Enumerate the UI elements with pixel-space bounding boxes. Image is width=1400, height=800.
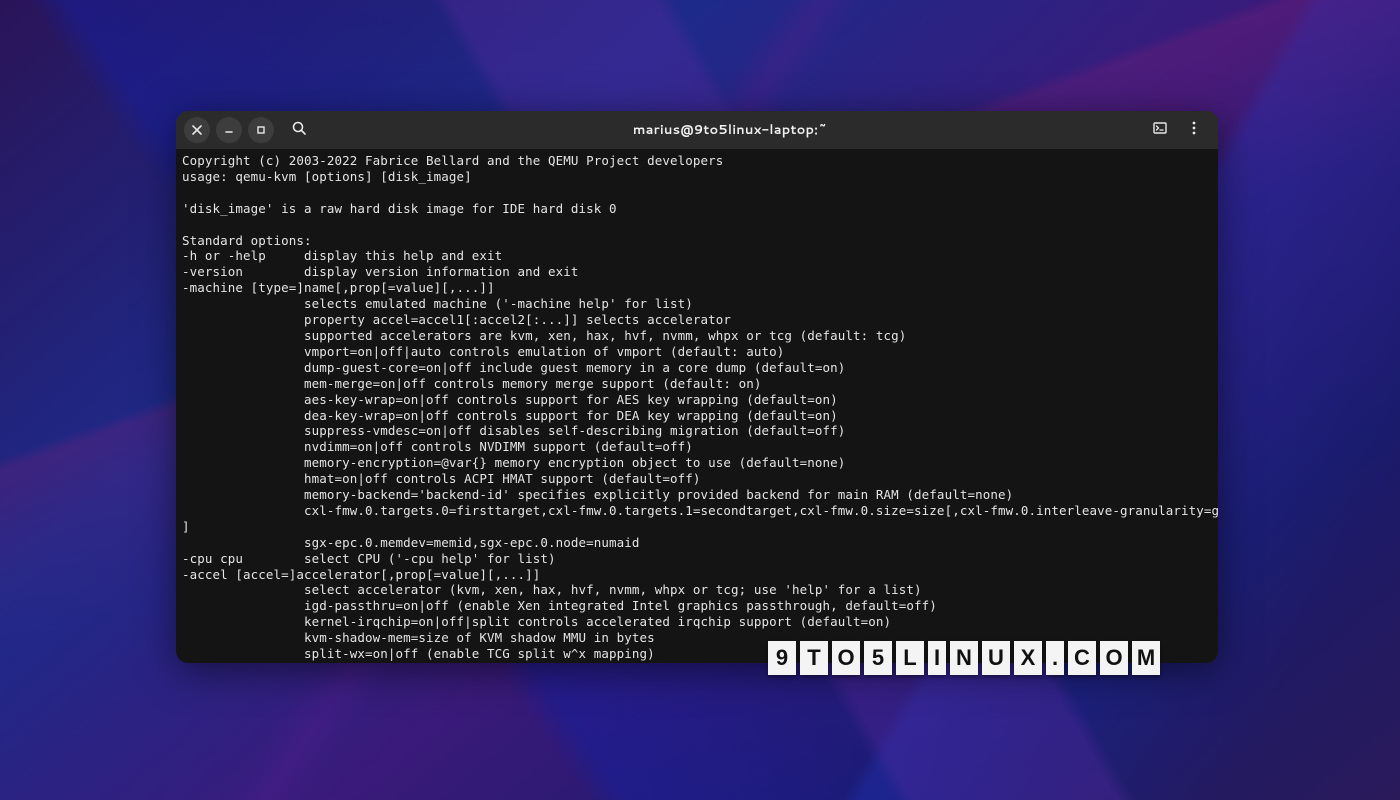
watermark-tile: L [896,641,924,675]
terminal-window: marius@9to5linux-laptop:~ Copyright (c) … [176,111,1218,663]
watermark-tile: I [928,641,946,675]
watermark-tile: T [800,641,828,675]
close-button[interactable] [184,117,210,143]
titlebar-right-controls [1148,118,1210,142]
new-tab-button[interactable] [1148,118,1172,142]
window-title: marius@9to5linux-laptop:~ [318,121,1142,139]
close-icon [191,119,203,142]
minimize-icon [223,119,235,142]
watermark-tile: N [950,641,978,675]
watermark-tile: U [982,641,1010,675]
kebab-menu-icon [1186,119,1202,142]
watermark-tile: O [832,641,860,675]
search-icon [291,119,307,142]
watermark-tile: . [1046,641,1064,675]
site-watermark: 9TO5LINUX.COM [768,641,1160,675]
terminal-content-area[interactable]: Copyright (c) 2003-2022 Fabrice Bellard … [176,149,1218,663]
menu-button[interactable] [1182,118,1206,142]
maximize-button[interactable] [248,117,274,143]
watermark-tile: 9 [768,641,796,675]
search-button[interactable] [286,117,312,143]
terminal-icon [1152,119,1168,142]
watermark-tile: 5 [864,641,892,675]
watermark-tile: C [1068,641,1096,675]
window-titlebar[interactable]: marius@9to5linux-laptop:~ [176,111,1218,149]
watermark-tile: O [1100,641,1128,675]
watermark-tile: M [1132,641,1160,675]
terminal-output: Copyright (c) 2003-2022 Fabrice Bellard … [182,153,1212,662]
maximize-icon [255,119,267,142]
watermark-tile: X [1014,641,1042,675]
minimize-button[interactable] [216,117,242,143]
